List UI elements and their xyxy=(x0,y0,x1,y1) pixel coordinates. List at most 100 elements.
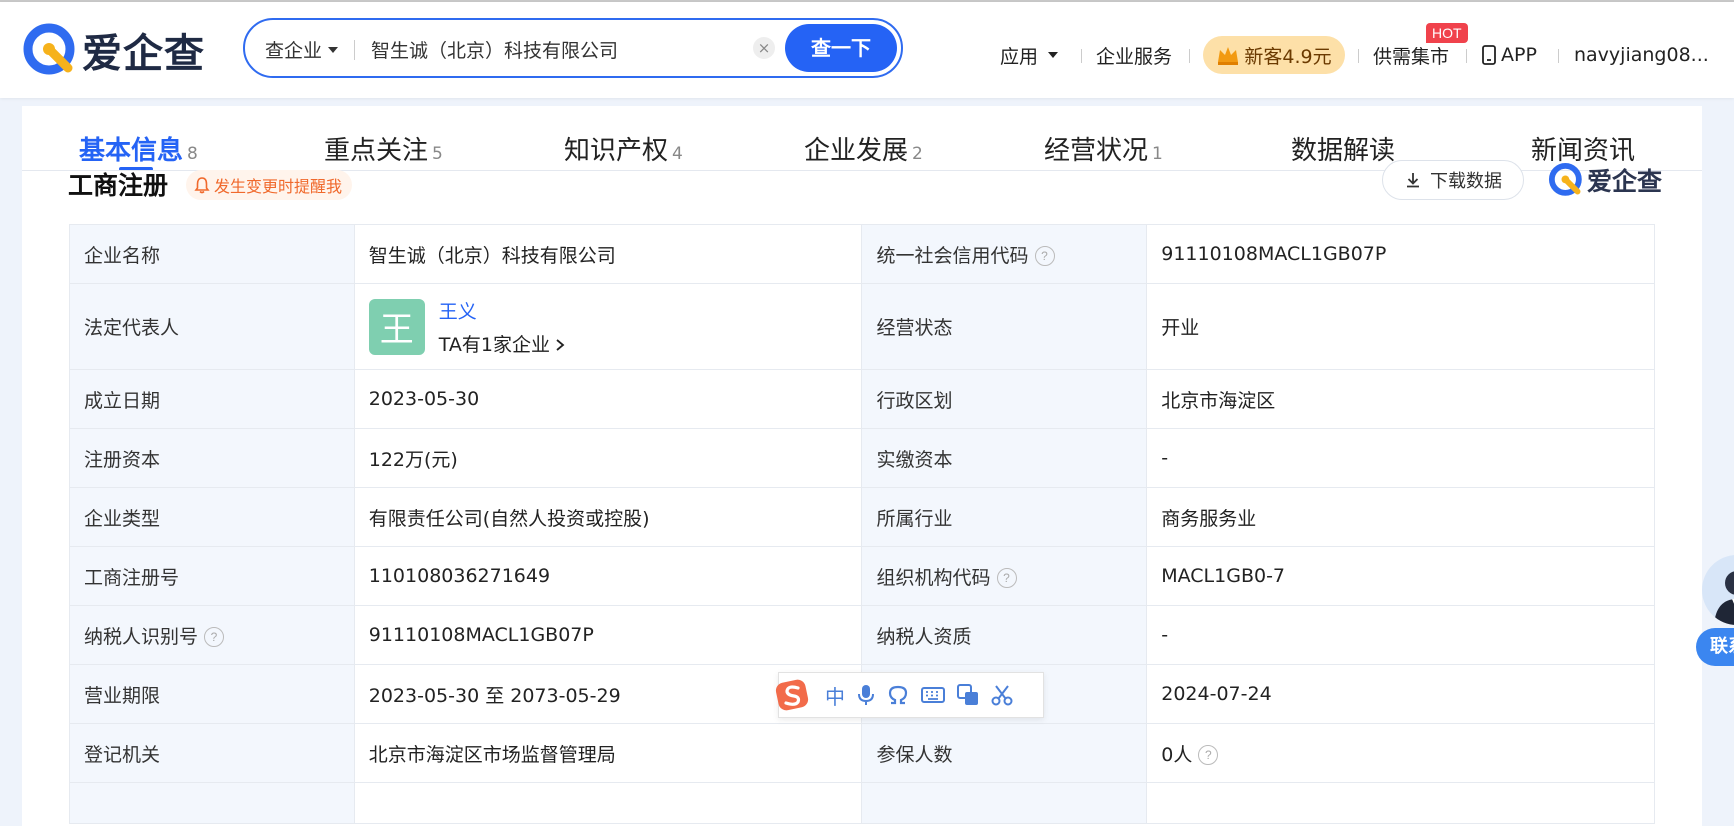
field-label-text: 统一社会信用代码 xyxy=(876,244,1029,267)
tab-data-insights[interactable]: 数据解读 xyxy=(1291,130,1395,167)
remind-label: 发生变更时提醒我 xyxy=(214,177,343,196)
nav-divider xyxy=(1558,49,1559,63)
ime-lang-toggle[interactable]: 中 xyxy=(825,681,845,710)
field-label xyxy=(69,782,355,824)
avatar[interactable]: 王 xyxy=(368,298,425,355)
field-label: 法定代表人 xyxy=(69,283,355,370)
nav-apps[interactable]: 应用 xyxy=(1000,40,1059,70)
search-type-dropdown[interactable]: 查企业 xyxy=(265,36,339,63)
field-value: - xyxy=(1146,605,1655,665)
watermark-logo: 爱企查 xyxy=(1548,160,1662,200)
contact-button[interactable]: 联系 xyxy=(1696,628,1734,666)
tab-label: 企业发展 xyxy=(804,136,909,166)
omega-symbol-icon[interactable] xyxy=(887,684,909,706)
representative-name-link[interactable]: 王义 xyxy=(439,297,566,324)
nav-user-menu[interactable]: navyjiang08... xyxy=(1574,40,1709,70)
tab-ip[interactable]: 知识产权 4 xyxy=(564,130,683,167)
field-label: 实缴资本 xyxy=(861,428,1148,488)
help-icon[interactable]: ? xyxy=(204,627,225,647)
ime-toolbar[interactable]: 中 xyxy=(775,672,1044,718)
change-reminder-button[interactable]: 发生变更时提醒我 xyxy=(186,170,353,200)
field-value-text: 0人 xyxy=(1161,743,1193,766)
keyboard-icon[interactable] xyxy=(921,686,945,704)
microphone-icon[interactable] xyxy=(857,684,875,706)
field-label: 登记机关 xyxy=(69,723,355,783)
field-label: 纳税人识别号? xyxy=(69,605,355,665)
help-icon[interactable]: ? xyxy=(1034,246,1055,266)
table-row: 登记机关 北京市海淀区市场监督管理局 参保人数 0人? xyxy=(69,723,1655,783)
tab-development[interactable]: 企业发展 2 xyxy=(804,130,923,167)
section-title: 工商注册 xyxy=(68,171,169,200)
clear-icon[interactable]: × xyxy=(753,37,775,59)
download-icon xyxy=(1407,173,1419,188)
tab-count: 8 xyxy=(187,144,198,164)
field-label: 企业类型 xyxy=(69,487,355,547)
table-row: 注册资本 122万(元) 实缴资本 - xyxy=(69,428,1655,488)
field-label-text: 组织机构代码 xyxy=(876,566,991,589)
field-label: 营业期限 xyxy=(69,664,355,724)
search-bar: 查企业 × 查一下 xyxy=(243,18,903,78)
nav-enterprise-service[interactable]: 企业服务 xyxy=(1096,40,1172,70)
sogou-logo-icon[interactable] xyxy=(773,677,813,713)
field-label: 参保人数 xyxy=(861,723,1148,783)
tab-label: 重点关注 xyxy=(324,136,429,166)
tab-operations[interactable]: 经营状况 1 xyxy=(1044,130,1163,167)
new-customer-promo[interactable]: 新客4.9元 xyxy=(1203,36,1345,74)
field-value: 91110108MACL1GB07P xyxy=(353,605,863,665)
tab-label: 基本信息 xyxy=(79,136,184,166)
tab-count: 5 xyxy=(432,144,443,164)
table-row: 企业类型 有限责任公司(自然人投资或控股) 所属行业 商务服务业 xyxy=(69,487,1655,547)
hot-badge: HOT xyxy=(1426,23,1468,43)
field-label: 工商注册号 xyxy=(69,546,355,606)
nav-divider xyxy=(1358,49,1359,63)
registration-info-table: 企业名称 智生诚（北京）科技有限公司 统一社会信用代码? 91110108MAC… xyxy=(69,224,1655,824)
field-value: 北京市海淀区市场监督管理局 xyxy=(353,723,863,783)
search-input[interactable] xyxy=(369,30,743,68)
representative-companies-label: TA有1家企业 xyxy=(438,333,550,356)
tab-count: 2 xyxy=(912,144,923,164)
logo-text: 爱企查 xyxy=(82,31,205,77)
tab-basic-info[interactable]: 基本信息 8 xyxy=(79,130,198,167)
nav-divider xyxy=(1466,49,1467,63)
search-button[interactable]: 查一下 xyxy=(785,24,897,72)
download-data-button[interactable]: 下载数据 xyxy=(1382,160,1524,200)
promo-label: 新客4.9元 xyxy=(1244,45,1332,68)
table-row: 纳税人识别号? 91110108MACL1GB07P 纳税人资质 - xyxy=(69,605,1655,665)
nav-market[interactable]: 供需集市 xyxy=(1373,40,1449,70)
nav-divider xyxy=(1081,49,1082,63)
logo-mark-icon xyxy=(23,23,75,75)
crown-icon xyxy=(1218,47,1239,65)
translate-icon[interactable] xyxy=(957,684,979,706)
site-logo[interactable]: 爱企查 xyxy=(22,20,205,80)
nav-app[interactable]: APP xyxy=(1481,40,1537,70)
field-value: 开业 xyxy=(1146,283,1655,370)
tab-key-focus[interactable]: 重点关注 5 xyxy=(324,130,443,167)
search-type-label: 查企业 xyxy=(265,40,323,62)
bell-icon xyxy=(194,177,210,194)
customer-service-avatar[interactable] xyxy=(1702,555,1734,625)
tab-label: 数据解读 xyxy=(1291,136,1396,166)
table-row xyxy=(69,782,1655,824)
field-value xyxy=(353,782,863,824)
field-value: 110108036271649 xyxy=(353,546,863,606)
help-icon[interactable]: ? xyxy=(1198,745,1219,765)
field-value: 91110108MACL1GB07P xyxy=(1146,224,1655,284)
field-value: MACL1GB0-7 xyxy=(1146,546,1655,606)
field-label: 组织机构代码? xyxy=(861,546,1148,606)
agent-avatar-icon xyxy=(1714,571,1734,625)
field-value xyxy=(1146,782,1655,824)
representative-companies-link[interactable]: TA有1家企业 xyxy=(439,330,566,357)
chevron-right-icon xyxy=(556,339,565,351)
help-icon[interactable]: ? xyxy=(996,568,1017,588)
tab-count: 1 xyxy=(1152,144,1163,164)
field-value: 智生诚（北京）科技有限公司 xyxy=(353,224,863,284)
table-row: 成立日期 2023-05-30 行政区划 北京市海淀区 xyxy=(69,369,1655,429)
field-label: 注册资本 xyxy=(69,428,355,488)
field-value: 122万(元) xyxy=(353,428,863,488)
field-label: 所属行业 xyxy=(861,487,1148,547)
table-row: 企业名称 智生诚（北京）科技有限公司 统一社会信用代码? 91110108MAC… xyxy=(69,224,1655,284)
legal-representative-cell: 王 王义 TA有1家企业 xyxy=(353,283,863,370)
phone-icon xyxy=(1482,45,1496,65)
scissors-icon[interactable] xyxy=(991,684,1013,706)
nav-apps-label: 应用 xyxy=(1000,45,1039,68)
